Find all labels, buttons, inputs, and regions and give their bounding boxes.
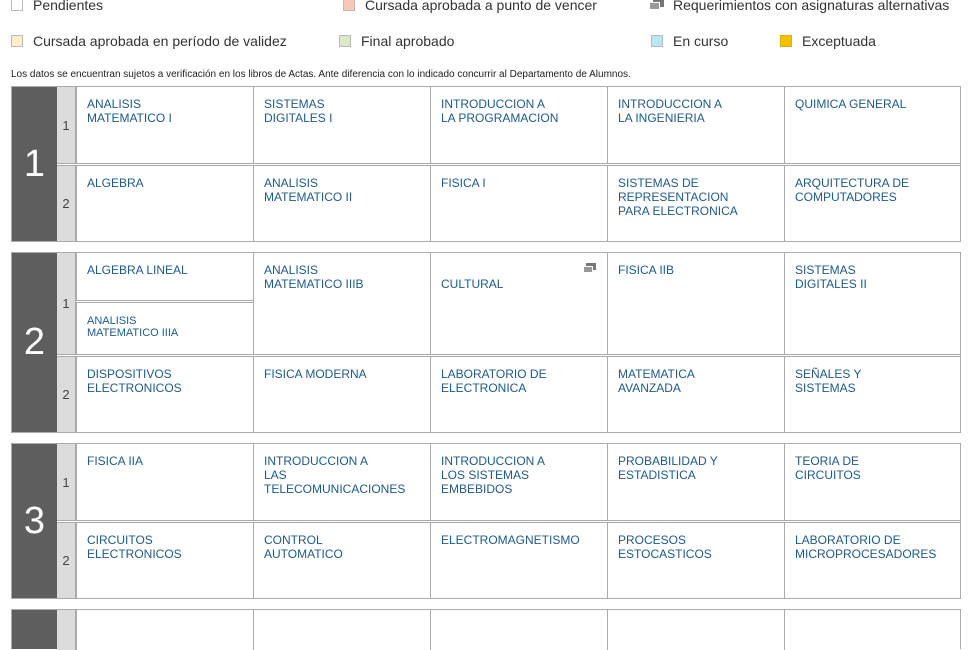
subject-cell[interactable] (607, 610, 784, 650)
legend-en-curso: En curso (651, 33, 728, 49)
subject-cell[interactable]: LABORATORIO DE ELECTRONICA (430, 357, 607, 432)
subject-cell[interactable]: QUIMICA GENERAL (784, 87, 960, 163)
subject-cell[interactable]: CIRCUITOS ELECTRONICOS (76, 523, 253, 598)
legend-final: Final aprobado (339, 33, 454, 49)
year-block-1: 1 1 ANALISIS MATEMATICO I SISTEMAS DIGIT… (11, 86, 961, 242)
subject-cell[interactable]: ANALISIS MATEMATICO I (76, 87, 253, 163)
subject-cell[interactable]: INTRODUCCION A LA PROGRAMACION (430, 87, 607, 163)
subject-cell[interactable]: SISTEMAS DE REPRESENTACION PARA ELECTRON… (607, 166, 784, 241)
legend-label: Pendientes (33, 0, 104, 13)
year-block-3: 3 1 FISICA IIA INTRODUCCION A LAS TELECO… (11, 443, 961, 599)
semester-row: 1 FISICA IIA INTRODUCCION A LAS TELECOMU… (57, 444, 960, 520)
legend-label: Cursada aprobada en período de validez (33, 33, 287, 49)
subject-cell[interactable]: SISTEMAS DIGITALES I (253, 87, 430, 163)
legend-label: En curso (673, 33, 729, 49)
subject-cell[interactable]: SEÑALES Y SISTEMAS (784, 357, 960, 432)
semester-row: 1 ANALISIS MATEMATICO I SISTEMAS DIGITAL… (57, 87, 960, 163)
subject-cell[interactable]: MATEMATICA AVANZADA (607, 357, 784, 432)
year-number: 1 (12, 87, 57, 241)
subject-cell[interactable]: TEORIA DE CIRCUITOS (784, 444, 960, 520)
subject-cell[interactable]: FISICA IIB (607, 253, 784, 354)
subject-cell[interactable]: ALGEBRA LINEAL (76, 253, 253, 302)
swatch-final (339, 35, 351, 47)
semester-label: 1 (57, 253, 76, 354)
semester-row: 1 ALGEBRA LINEAL ANALISIS MATEMATICO III… (57, 253, 960, 354)
semester-row (57, 610, 960, 650)
semester-label: 1 (57, 87, 76, 163)
alternatives-icon (649, 0, 665, 11)
year-block-4 (11, 609, 961, 650)
legend-vigente: Cursada aprobada en período de validez (11, 33, 287, 49)
semester-row: 2 DISPOSITIVOS ELECTRONICOS FISICA MODER… (57, 357, 960, 432)
legend-label: Final aprobado (361, 33, 455, 49)
subject-cell[interactable]: INTRODUCCION A LOS SISTEMAS EMBEBIDOS (430, 444, 607, 520)
legend-label: Cursada aprobada a punto de vencer (365, 0, 597, 13)
subject-cell[interactable]: INTRODUCCION A LA INGENIERIA (607, 87, 784, 163)
semester-label: 2 (57, 166, 76, 241)
swatch-exceptuada (780, 35, 792, 47)
verification-notice: Los datos se encuentran sujetos a verifi… (11, 69, 631, 80)
subject-cell[interactable] (430, 610, 607, 650)
subject-cell[interactable]: ELECTROMAGNETISMO (430, 523, 607, 598)
subject-cell[interactable]: INTRODUCCION A LAS TELECOMUNICACIONES (253, 444, 430, 520)
swatch-pendientes (11, 0, 23, 11)
legend-label: Requerimientos con asignaturas alternati… (673, 0, 950, 13)
legend-label: Exceptuada (802, 33, 876, 49)
subject-cell[interactable]: CONTROL AUTOMATICO (253, 523, 430, 598)
subject-cell[interactable]: PROCESOS ESTOCASTICOS (607, 523, 784, 598)
subject-cell[interactable] (76, 610, 253, 650)
legend-por-vencer: Cursada aprobada a punto de vencer (343, 0, 597, 13)
swatch-por-vencer (343, 0, 355, 11)
swatch-en-curso (651, 35, 663, 47)
swatch-vigente (11, 35, 23, 47)
subject-cell[interactable]: ARQUITECTURA DE COMPUTADORES (784, 166, 960, 241)
subject-cell-alternative[interactable]: ANALISIS MATEMATICO IIIA (76, 303, 253, 354)
alternatives-icon (583, 263, 597, 273)
subject-cell[interactable]: DISPOSITIVOS ELECTRONICOS (76, 357, 253, 432)
semester-label: 2 (57, 357, 76, 432)
year-number (12, 610, 57, 649)
semester-label: 2 (57, 523, 76, 598)
subject-cell-cultural[interactable]: CULTURAL (430, 253, 607, 354)
subject-cell[interactable]: PROBABILIDAD Y ESTADISTICA (607, 444, 784, 520)
year-block-2: 2 1 ALGEBRA LINEAL ANALISIS MATEMATICO I… (11, 252, 961, 433)
subject-cell[interactable]: FISICA MODERNA (253, 357, 430, 432)
semester-row: 2 ALGEBRA ANALISIS MATEMATICO II FISICA … (57, 166, 960, 241)
subject-cell[interactable] (253, 610, 430, 650)
semester-label: 1 (57, 444, 76, 520)
subject-cell[interactable]: SISTEMAS DIGITALES II (784, 253, 960, 354)
subject-cell[interactable]: ANALISIS MATEMATICO II (253, 166, 430, 241)
subject-cell[interactable] (784, 610, 960, 650)
semester-row: 2 CIRCUITOS ELECTRONICOS CONTROL AUTOMAT… (57, 523, 960, 598)
subject-cell[interactable]: ALGEBRA (76, 166, 253, 241)
subject-cell[interactable]: ANALISIS MATEMATICO IIIB (253, 253, 430, 354)
subject-cell[interactable]: FISICA IIA (76, 444, 253, 520)
legend-alternativas: Requerimientos con asignaturas alternati… (649, 0, 949, 13)
subject-cell[interactable]: LABORATORIO DE MICROPROCESADORES (784, 523, 960, 598)
subject-cell[interactable]: FISICA I (430, 166, 607, 241)
subject-label: CULTURAL (441, 277, 504, 291)
year-number: 2 (12, 253, 57, 432)
semester-label (57, 610, 76, 650)
legend-pendientes: Pendientes (11, 0, 103, 13)
year-number: 3 (12, 444, 57, 598)
legend-exceptuada: Exceptuada (780, 33, 876, 49)
